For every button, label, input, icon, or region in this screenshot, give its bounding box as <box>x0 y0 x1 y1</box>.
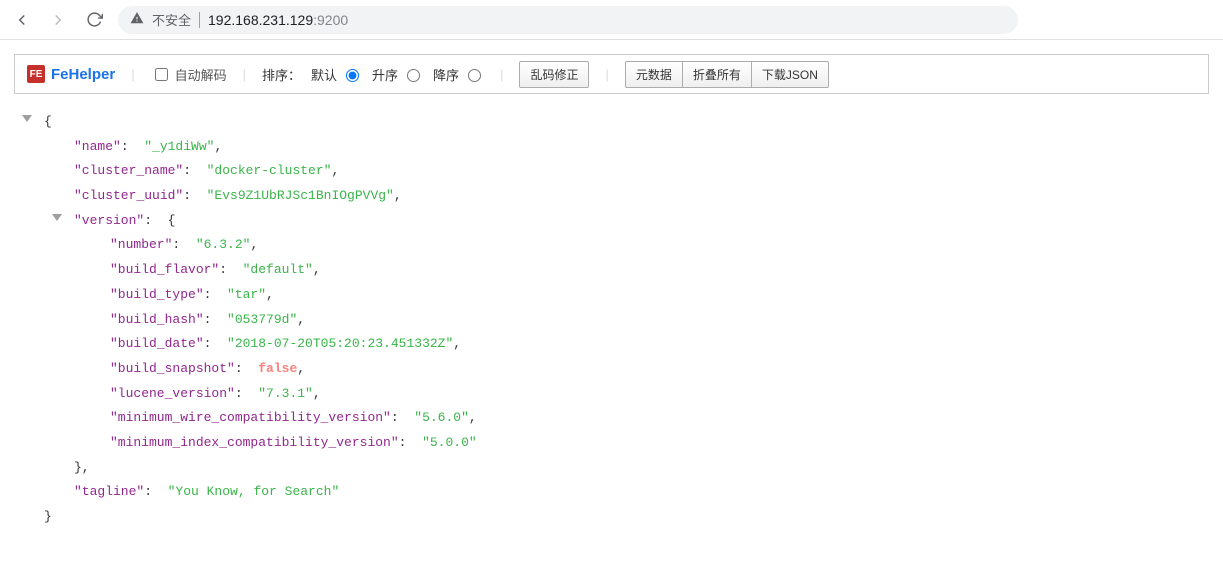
json-row[interactable]: "cluster_uuid": "Evs9Z1UbRJSc1BnIOgPVVg"… <box>10 184 1213 209</box>
sort-desc-option[interactable]: 降序 <box>433 65 484 84</box>
insecure-icon <box>130 11 144 28</box>
sort-desc-radio[interactable] <box>468 69 481 82</box>
chevron-down-icon[interactable] <box>22 115 32 122</box>
auto-decode-label: 自动解码 <box>175 65 227 84</box>
json-row[interactable]: "tagline": "You Know, for Search" <box>10 480 1213 505</box>
json-row[interactable]: "build_type": "tar", <box>10 283 1213 308</box>
insecure-label: 不安全 <box>152 10 191 29</box>
json-actions-group: 元数据 折叠所有 下载JSON <box>625 61 829 88</box>
json-row[interactable]: "build_snapshot": false, <box>10 357 1213 382</box>
browser-nav-bar: 不安全 192.168.231.129:9200 <box>0 0 1223 40</box>
json-viewer: { "name": "_y1diWw", "cluster_name": "do… <box>0 94 1223 550</box>
fix-encoding-button[interactable]: 乱码修正 <box>519 61 589 88</box>
separator: | <box>131 67 134 82</box>
fe-badge-icon: FE <box>27 65 45 83</box>
json-row[interactable]: "number": "6.3.2", <box>10 233 1213 258</box>
collapse-all-button[interactable]: 折叠所有 <box>682 61 752 88</box>
auto-decode-checkbox[interactable] <box>155 68 168 81</box>
json-row[interactable]: "minimum_index_compatibility_version": "… <box>10 431 1213 456</box>
forward-button[interactable] <box>46 8 70 32</box>
json-root-open[interactable]: { <box>10 110 1213 135</box>
fehelper-toolbar: FE FeHelper | 自动解码 | 排序： 默认 升序 降序 | 乱码修正… <box>14 54 1209 94</box>
sort-default-radio[interactable] <box>346 69 359 82</box>
metadata-button[interactable]: 元数据 <box>625 61 683 88</box>
fehelper-logo[interactable]: FE FeHelper <box>27 65 115 83</box>
json-version-close: }, <box>10 456 1213 481</box>
json-row[interactable]: "name": "_y1diWw", <box>10 135 1213 160</box>
json-version-open[interactable]: "version": { <box>10 209 1213 234</box>
sort-asc-option[interactable]: 升序 <box>372 65 423 84</box>
separator: | <box>243 67 246 82</box>
json-row[interactable]: "build_hash": "053779d", <box>10 308 1213 333</box>
reload-button[interactable] <box>82 8 106 32</box>
separator: | <box>605 67 608 82</box>
url-text: 192.168.231.129:9200 <box>208 12 348 28</box>
chevron-down-icon[interactable] <box>52 214 62 221</box>
json-root-close: } <box>10 505 1213 530</box>
address-divider <box>199 12 200 28</box>
sort-label: 排序： <box>262 65 301 84</box>
sort-group: 排序： 默认 升序 降序 <box>262 65 484 84</box>
sort-asc-radio[interactable] <box>407 69 420 82</box>
back-button[interactable] <box>10 8 34 32</box>
address-bar[interactable]: 不安全 192.168.231.129:9200 <box>118 6 1018 34</box>
auto-decode-toggle[interactable]: 自动解码 <box>151 65 227 84</box>
json-row[interactable]: "cluster_name": "docker-cluster", <box>10 159 1213 184</box>
json-row[interactable]: "build_date": "2018-07-20T05:20:23.45133… <box>10 332 1213 357</box>
sort-default-option[interactable]: 默认 <box>311 65 362 84</box>
fehelper-brand: FeHelper <box>51 66 115 83</box>
separator: | <box>500 67 503 82</box>
json-row[interactable]: "minimum_wire_compatibility_version": "5… <box>10 406 1213 431</box>
json-row[interactable]: "lucene_version": "7.3.1", <box>10 382 1213 407</box>
json-row[interactable]: "build_flavor": "default", <box>10 258 1213 283</box>
download-json-button[interactable]: 下载JSON <box>751 61 829 88</box>
